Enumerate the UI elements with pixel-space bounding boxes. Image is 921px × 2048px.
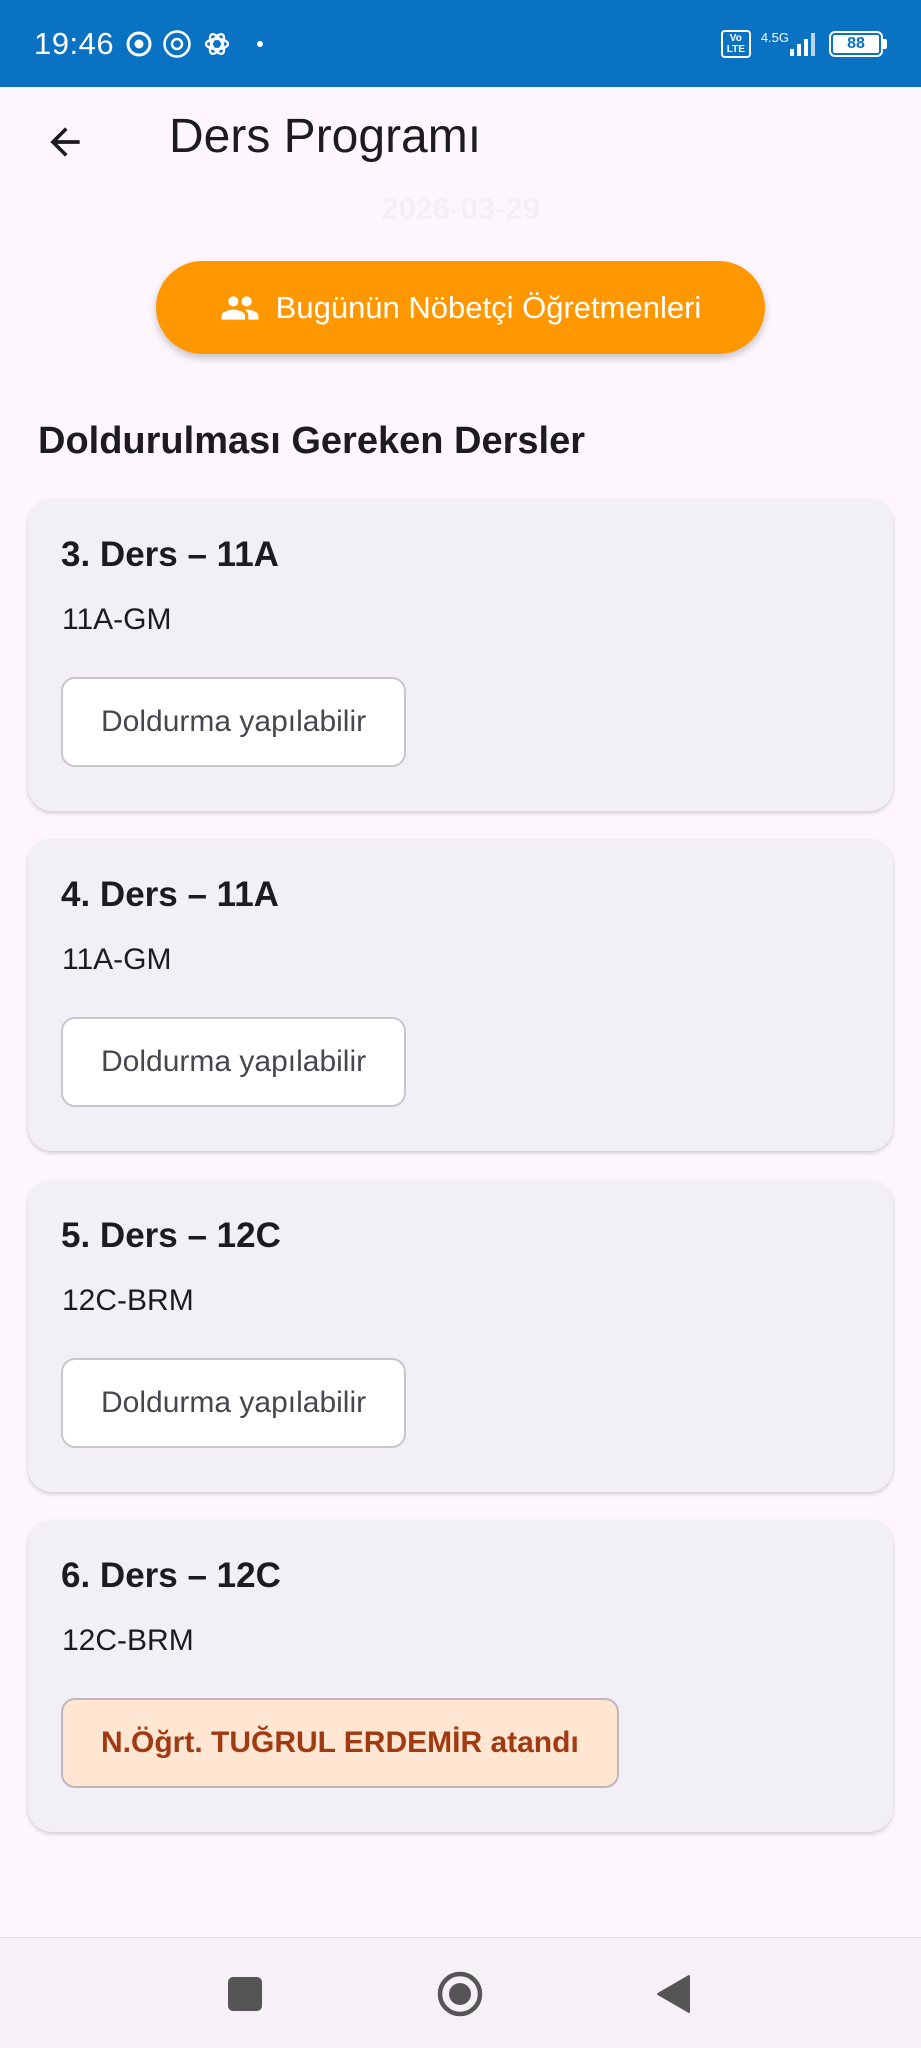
back-nav-button[interactable] xyxy=(628,1938,718,2048)
battery-icon: 88 xyxy=(829,30,887,57)
threads-icon xyxy=(162,29,192,59)
lesson-title: 3. Ders – 11A xyxy=(61,535,279,574)
chatgpt-icon xyxy=(202,29,232,59)
back-button[interactable] xyxy=(36,113,94,171)
lesson-title: 5. Ders – 12C xyxy=(61,1216,281,1255)
dot-icon xyxy=(256,40,264,48)
notification-icons xyxy=(126,29,264,59)
home-circle-icon xyxy=(437,1971,483,2016)
home-button[interactable] xyxy=(415,1938,505,2048)
people-icon xyxy=(221,295,259,320)
arrow-back-icon xyxy=(50,127,80,157)
date-text: 2026-03-29 xyxy=(381,191,540,226)
lesson-card[interactable]: 4. Ders – 11A 11A-GM Doldurma yapılabili… xyxy=(28,839,893,1151)
page-title: Ders Programı xyxy=(169,110,482,163)
network-type: 4.5G xyxy=(760,29,789,45)
fill-status-chip[interactable]: Doldurma yapılabilir xyxy=(61,1358,407,1448)
lesson-card[interactable]: 6. Ders – 12C 12C-BRM N.Öğrt. TUĞRUL ERD… xyxy=(28,1520,893,1832)
section-title: Doldurulması Gereken Dersler xyxy=(38,420,585,462)
fill-status-chip[interactable]: Doldurma yapılabilir xyxy=(61,1017,407,1107)
status-bar: 19:46 Vo LTE 4.5G 88 xyxy=(0,0,921,87)
app-bar: Ders Programı xyxy=(0,87,921,197)
square-icon xyxy=(228,1976,262,2011)
recents-button[interactable] xyxy=(200,1938,290,2048)
duty-teachers-button[interactable]: Bugünün Nöbetçi Öğretmenleri xyxy=(156,261,765,354)
fill-status-chip[interactable]: Doldurma yapılabilir xyxy=(61,677,407,767)
status-time: 19:46 xyxy=(34,25,115,61)
triangle-back-icon xyxy=(657,1974,690,2013)
lesson-class: 12C-BRM xyxy=(62,1284,194,1317)
volte-icon: Vo LTE xyxy=(720,29,751,58)
lesson-class: 12C-BRM xyxy=(62,1624,194,1657)
lesson-title: 4. Ders – 11A xyxy=(61,875,279,914)
lesson-class: 11A-GM xyxy=(62,603,172,636)
lesson-card[interactable]: 5. Ders – 12C 12C-BRM Doldurma yapılabil… xyxy=(28,1180,893,1492)
battery-level: 88 xyxy=(833,34,879,53)
duty-button-label: Bugünün Nöbetçi Öğretmenleri xyxy=(275,289,702,325)
signal-icon xyxy=(789,31,819,57)
system-icons: Vo LTE 4.5G 88 xyxy=(720,29,887,58)
chrome-icon xyxy=(126,31,152,57)
assigned-teacher-chip[interactable]: N.Öğrt. TUĞRUL ERDEMİR atandı xyxy=(61,1698,619,1788)
lesson-card[interactable]: 3. Ders – 11A 11A-GM Doldurma yapılabili… xyxy=(28,499,893,811)
lesson-title: 6. Ders – 12C xyxy=(61,1556,281,1595)
system-nav-bar xyxy=(0,1937,921,2048)
lesson-class: 11A-GM xyxy=(62,943,172,976)
